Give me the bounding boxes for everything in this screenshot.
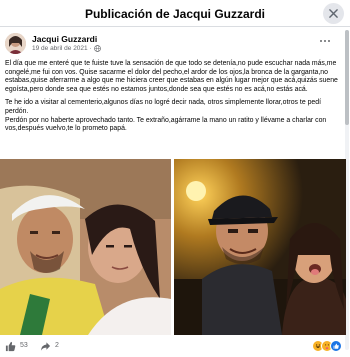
like-icon[interactable] bbox=[5, 341, 16, 352]
post-footer: 53 2 bbox=[0, 336, 346, 357]
meta-separator: · bbox=[89, 45, 92, 52]
more-options-button[interactable] bbox=[317, 35, 333, 47]
post-author[interactable]: Jacqui Guzzardi bbox=[32, 34, 97, 44]
dialog-header: Publicación de Jacqui Guzzardi bbox=[0, 0, 350, 27]
like-reaction-icon bbox=[330, 340, 342, 352]
post-meta: 19 de abril de 2021 · bbox=[32, 45, 101, 52]
share-icon[interactable] bbox=[40, 341, 51, 352]
share-count[interactable]: 2 bbox=[55, 342, 59, 349]
dialog-title: Publicación de Jacqui Guzzardi bbox=[84, 7, 266, 21]
scrollbar-thumb[interactable] bbox=[345, 30, 349, 125]
globe-icon bbox=[94, 45, 101, 52]
post-date[interactable]: 19 de abril de 2021 bbox=[32, 45, 88, 52]
photo-grid bbox=[0, 159, 346, 335]
post-text: El día que me enteré que te fuiste tuve … bbox=[5, 60, 342, 139]
close-icon bbox=[329, 9, 338, 18]
more-icon bbox=[319, 39, 323, 43]
post-paragraph-1: El día que me enteré que te fuiste tuve … bbox=[5, 60, 338, 93]
avatar[interactable] bbox=[5, 33, 26, 54]
photo-2[interactable] bbox=[174, 159, 346, 335]
close-button[interactable] bbox=[323, 3, 344, 24]
post-header: Jacqui Guzzardi 19 de abril de 2021 · bbox=[5, 33, 335, 57]
like-count[interactable]: 53 bbox=[20, 342, 28, 349]
post-paragraph-2: Te he ido a visitar al cementerio,alguno… bbox=[5, 99, 321, 115]
post-paragraph-3: Perdón por no haberte aprovechado tanto.… bbox=[5, 116, 327, 133]
reaction-summary[interactable] bbox=[312, 340, 342, 352]
photo-1[interactable] bbox=[0, 159, 171, 335]
